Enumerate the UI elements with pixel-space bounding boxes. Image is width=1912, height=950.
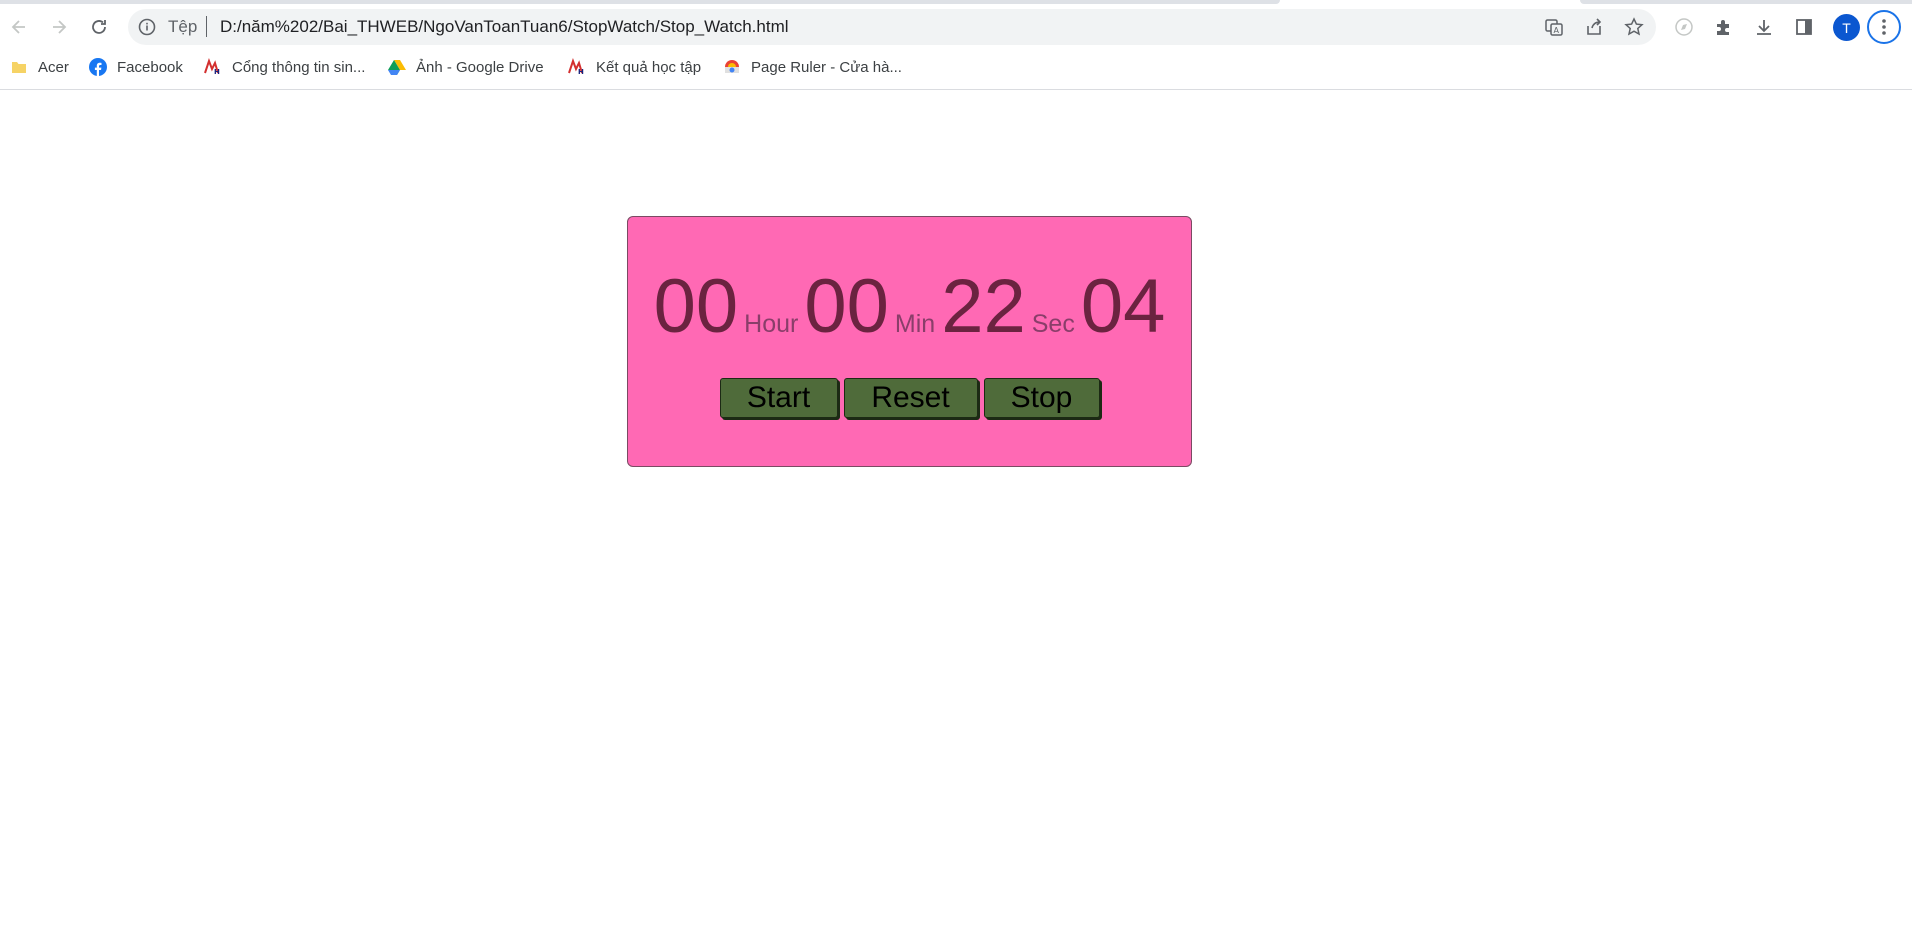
forward-button[interactable]	[44, 12, 74, 42]
bookmark-facebook[interactable]: Facebook	[89, 55, 183, 79]
min-label: Min	[894, 310, 936, 338]
url-scheme-label: Tệp	[168, 17, 198, 36]
bookmark-label: Acer	[38, 58, 69, 76]
bookmark-label: Kết quả học tập	[596, 58, 702, 76]
centiseconds-value: 04	[1080, 264, 1166, 349]
arrow-right-icon	[53, 20, 67, 34]
seconds-value: 22	[941, 264, 1026, 349]
tab-strip-right	[1580, 0, 1912, 4]
bookmark-google-drive[interactable]: Ảnh - Google Drive	[388, 55, 544, 79]
url-text[interactable]: D:/năm%202/Bai_THWEB/NgoVanToanTuan6/Sto…	[220, 17, 789, 37]
back-button[interactable]	[4, 12, 34, 42]
tab-strip	[0, 0, 1280, 4]
reset-button[interactable]: Reset	[843, 378, 978, 418]
reload-button[interactable]	[84, 12, 114, 42]
svg-text:H: H	[214, 68, 220, 76]
control-buttons: Start Reset Stop	[628, 378, 1191, 418]
school-logo-icon: H	[568, 58, 586, 76]
arrow-left-icon	[11, 20, 25, 34]
share-icon[interactable]	[1583, 16, 1605, 38]
bookmark-label: Page Ruler - Cửa hà...	[751, 58, 902, 76]
puzzle-extensions-icon[interactable]	[1711, 14, 1737, 40]
google-drive-icon	[388, 58, 406, 76]
start-button[interactable]: Start	[719, 378, 838, 418]
bookmark-page-ruler[interactable]: Page Ruler - Cửa hà...	[723, 55, 902, 79]
bookmark-label: Ảnh - Google Drive	[416, 58, 544, 76]
hour-label: Hour	[744, 310, 799, 338]
hours-value: 00	[653, 264, 739, 349]
page-content: 00 Hour 00 Min 22 Sec 04 Start Reset Sto…	[0, 90, 1912, 950]
bookmark-label: Cổng thông tin sin...	[232, 58, 366, 76]
stop-button[interactable]: Stop	[983, 378, 1100, 418]
bookmark-acer[interactable]: Acer	[10, 55, 69, 79]
svg-text:H: H	[578, 68, 584, 76]
download-icon[interactable]	[1751, 14, 1777, 40]
chrome-webstore-icon	[723, 58, 741, 76]
url-separator	[206, 16, 207, 37]
bookmark-label: Facebook	[117, 58, 183, 76]
profile-avatar[interactable]: T	[1833, 14, 1860, 41]
address-bar[interactable]: Tệp D:/năm%202/Bai_THWEB/NgoVanToanTuan6…	[128, 9, 1656, 45]
info-icon[interactable]	[138, 18, 156, 36]
time-readout: 00 Hour 00 Min 22 Sec 04	[628, 269, 1191, 345]
sec-label: Sec	[1031, 310, 1075, 338]
browser-chrome: Tệp D:/năm%202/Bai_THWEB/NgoVanToanTuan6…	[0, 0, 1912, 90]
svg-text:A: A	[1554, 26, 1560, 35]
more-vertical-icon	[1882, 19, 1886, 35]
school-logo-icon: H	[204, 58, 222, 76]
compass-extension-icon[interactable]	[1671, 14, 1697, 40]
minutes-value: 00	[804, 264, 889, 349]
translate-icon[interactable]: A	[1543, 16, 1565, 38]
star-icon[interactable]	[1623, 16, 1645, 38]
bookmarks-bar: Acer Facebook H Cổng thông tin sin... Ản…	[0, 52, 1912, 82]
browser-menu-button[interactable]	[1867, 10, 1901, 44]
facebook-icon	[89, 58, 107, 76]
folder-icon	[10, 58, 28, 76]
browser-toolbar: Tệp D:/năm%202/Bai_THWEB/NgoVanToanTuan6…	[0, 8, 1912, 46]
side-panel-icon[interactable]	[1791, 14, 1817, 40]
stopwatch-panel: 00 Hour 00 Min 22 Sec 04 Start Reset Sto…	[627, 216, 1192, 467]
bookmark-cong-thong-tin[interactable]: H Cổng thông tin sin...	[204, 55, 365, 79]
bookmark-ket-qua-hoc-tap[interactable]: H Kết quả học tập	[568, 55, 701, 79]
reload-icon	[92, 20, 106, 34]
